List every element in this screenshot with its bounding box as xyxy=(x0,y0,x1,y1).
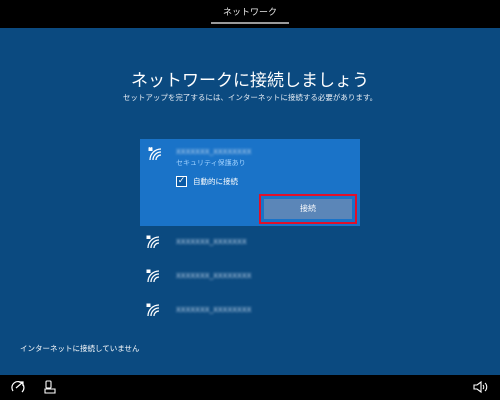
network-item-selected[interactable]: XXXXXXX_XXXXXXXX セキュリティ保護あり ✓ 自動的に接続 接続 xyxy=(140,139,360,226)
tab-network: ネットワーク xyxy=(211,2,289,24)
network-item[interactable]: XXXXXXX_XXXXXXXX xyxy=(140,295,360,329)
network-name: XXXXXXX_XXXXXXXX xyxy=(176,272,252,280)
auto-connect-checkbox[interactable]: ✓ xyxy=(176,175,187,187)
wifi-secured-icon xyxy=(146,235,162,249)
connect-button-highlight: 接続 xyxy=(259,194,357,224)
page-subtitle: セットアップを完了するには、インターネットに接続する必要があります。 xyxy=(122,93,378,102)
network-list: XXXXXXX_XXXXXXXX セキュリティ保護あり ✓ 自動的に接続 接続 … xyxy=(140,139,360,329)
wifi-secured-icon xyxy=(146,269,162,283)
network-security-status: セキュリティ保護あり xyxy=(176,159,246,167)
volume-icon[interactable] xyxy=(472,379,488,395)
network-name: XXXXXXX_XXXXXXXX xyxy=(176,148,252,156)
offline-status-text: インターネットに接続していません xyxy=(20,344,140,353)
bottom-bar xyxy=(0,375,500,400)
network-name: XXXXXXX_XXXXXXXX xyxy=(176,306,252,314)
network-name: XXXXXXX_XXXXXXX xyxy=(176,238,247,246)
network-item[interactable]: XXXXXXX_XXXXXXXX xyxy=(140,261,360,295)
ease-of-access-icon[interactable] xyxy=(10,379,26,395)
network-item[interactable]: XXXXXXX_XXXXXXX xyxy=(140,227,360,261)
auto-connect-label: 自動的に接続 xyxy=(193,176,238,186)
top-bar: ネットワーク xyxy=(0,0,500,28)
auto-connect-option[interactable]: ✓ 自動的に接続 xyxy=(176,175,238,187)
page-title: ネットワークに接続しましょう xyxy=(131,71,369,91)
connect-button[interactable]: 接続 xyxy=(264,199,352,219)
wifi-secured-icon xyxy=(146,303,162,317)
wifi-secured-icon xyxy=(148,147,164,161)
input-method-icon[interactable] xyxy=(42,379,58,395)
